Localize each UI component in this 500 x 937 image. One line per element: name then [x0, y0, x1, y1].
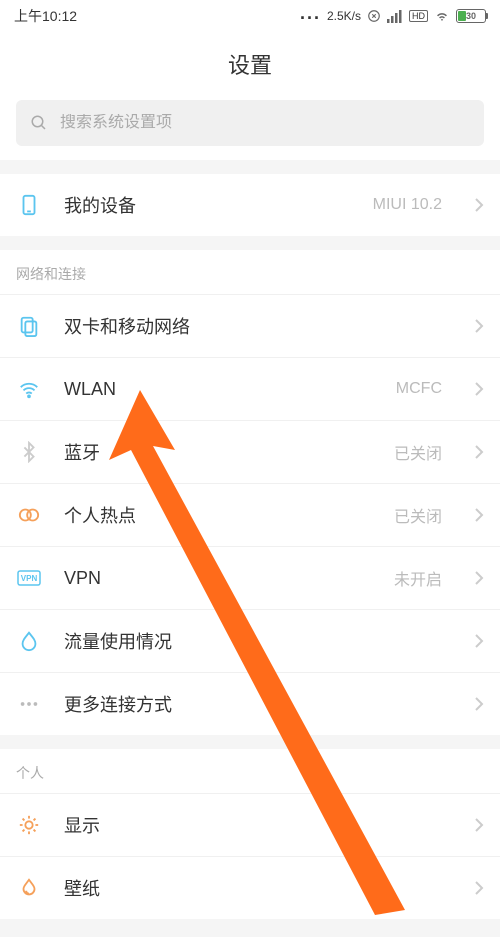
device-icon: [16, 192, 42, 218]
bluetooth-icon: [16, 439, 42, 465]
chevron-right-icon: [474, 880, 484, 896]
chevron-right-icon: [474, 633, 484, 649]
item-bluetooth[interactable]: 蓝牙 已关闭: [0, 421, 500, 484]
item-data-usage[interactable]: 流量使用情况: [0, 610, 500, 673]
search-field[interactable]: [16, 100, 484, 146]
my-device-section: 我的设备 MIUI 10.2: [0, 174, 500, 236]
signal-icon: [387, 9, 403, 23]
chevron-right-icon: [474, 381, 484, 397]
item-label: VPN: [64, 568, 372, 589]
hd-indicator: HD: [409, 10, 428, 22]
item-my-device[interactable]: 我的设备 MIUI 10.2: [0, 174, 500, 236]
item-value: 已关闭: [394, 440, 442, 464]
item-display[interactable]: 显示: [0, 794, 500, 857]
item-dual-sim[interactable]: 双卡和移动网络: [0, 295, 500, 358]
display-icon: [16, 812, 42, 838]
item-label: 蓝牙: [64, 439, 372, 465]
sim-icon: [16, 313, 42, 339]
item-label: 显示: [64, 812, 420, 838]
chevron-right-icon: [474, 507, 484, 523]
chevron-right-icon: [474, 318, 484, 334]
status-bar: 上午10:12 ... 2.5K/s HD 30: [0, 0, 500, 32]
item-value: MIUI 10.2: [373, 196, 442, 214]
vpn-icon: VPN: [16, 565, 42, 591]
item-wallpaper[interactable]: 壁纸: [0, 857, 500, 919]
item-label: WLAN: [64, 379, 374, 400]
network-speed: 2.5K/s: [327, 9, 361, 23]
more-icon: [16, 691, 42, 717]
section-header-network: 网络和连接: [0, 250, 500, 295]
chevron-right-icon: [474, 197, 484, 213]
item-value: 未开启: [394, 566, 442, 590]
item-label: 我的设备: [64, 192, 351, 218]
network-section: 双卡和移动网络 WLAN MCFC 蓝牙 已关闭 个人热点 已关闭 VPN VP…: [0, 295, 500, 735]
drop-icon: [16, 628, 42, 654]
status-time: 上午10:12: [14, 6, 77, 26]
item-more-connections[interactable]: 更多连接方式: [0, 673, 500, 735]
mute-icon: [367, 9, 381, 23]
battery-indicator: 30: [456, 9, 486, 23]
item-label: 个人热点: [64, 502, 372, 528]
chevron-right-icon: [474, 817, 484, 833]
item-value: 已关闭: [394, 503, 442, 527]
item-vpn[interactable]: VPN VPN 未开启: [0, 547, 500, 610]
item-value: MCFC: [396, 380, 442, 398]
item-label: 流量使用情况: [64, 628, 420, 654]
search-input[interactable]: [60, 114, 470, 132]
item-label: 壁纸: [64, 875, 420, 901]
status-right: ... 2.5K/s HD 30: [300, 9, 486, 23]
section-header-personal: 个人: [0, 749, 500, 794]
more-dots-icon: ...: [300, 8, 321, 18]
wallpaper-icon: [16, 875, 42, 901]
personal-section: 显示 壁纸: [0, 794, 500, 919]
item-wlan[interactable]: WLAN MCFC: [0, 358, 500, 421]
search-bar: [0, 100, 500, 160]
item-hotspot[interactable]: 个人热点 已关闭: [0, 484, 500, 547]
search-icon: [30, 114, 48, 132]
wifi-status-icon: [434, 9, 450, 23]
chevron-right-icon: [474, 696, 484, 712]
item-label: 更多连接方式: [64, 691, 420, 717]
page-title: 设置: [0, 32, 500, 100]
chevron-right-icon: [474, 444, 484, 460]
svg-text:VPN: VPN: [21, 574, 38, 583]
item-label: 双卡和移动网络: [64, 313, 420, 339]
hotspot-icon: [16, 502, 42, 528]
chevron-right-icon: [474, 570, 484, 586]
wifi-icon: [16, 376, 42, 402]
